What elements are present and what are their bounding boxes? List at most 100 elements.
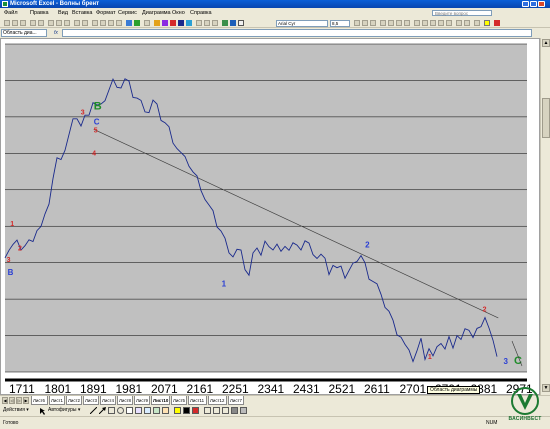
sheet-tab[interactable]: Лист8 (117, 396, 133, 405)
diagram-icon[interactable] (144, 407, 151, 414)
cut-icon[interactable] (48, 20, 54, 26)
scroll-thumb[interactable] (542, 98, 550, 138)
by-column-icon[interactable] (186, 20, 192, 26)
camera-icon[interactable] (238, 20, 244, 26)
name-box[interactable]: Область диа... (1, 29, 47, 37)
menu-edit[interactable]: Правка (30, 8, 49, 18)
arrow-tool-icon[interactable] (98, 407, 106, 415)
save-icon[interactable] (20, 20, 26, 26)
decrease-decimal-icon[interactable] (446, 20, 452, 26)
legend-icon[interactable] (162, 20, 168, 26)
menu-file[interactable]: Файл (4, 8, 18, 18)
currency-icon[interactable] (414, 20, 420, 26)
minimize-button[interactable] (522, 1, 529, 7)
chart-wizard-icon[interactable] (126, 20, 132, 26)
chart-type-icon[interactable] (154, 20, 160, 26)
sheet-tab[interactable]: Лист5 (171, 396, 187, 405)
oval-tool-icon[interactable] (117, 407, 124, 414)
font-size-select[interactable]: 8,5 (330, 20, 350, 27)
menu-chart[interactable]: Диаграмма (142, 8, 171, 18)
3d-icon[interactable] (240, 407, 247, 414)
sheet-tab[interactable]: Лист11 (188, 396, 207, 405)
drawing-icon[interactable] (134, 20, 140, 26)
sheet-tab[interactable]: Лист4 (100, 396, 116, 405)
help-icon[interactable] (212, 20, 218, 26)
align-right-icon[interactable] (396, 20, 402, 26)
sheet-tab[interactable]: Лист9 (134, 396, 150, 405)
fill-color-draw-icon[interactable] (174, 407, 181, 414)
increase-indent-icon[interactable] (464, 20, 470, 26)
vertical-scrollbar[interactable]: ▲ ▼ (540, 38, 550, 395)
sheet-tab[interactable]: Лист3 (83, 396, 99, 405)
scroll-up-icon[interactable]: ▲ (542, 39, 550, 47)
new-icon[interactable] (4, 20, 10, 26)
menu-tools[interactable]: Сервис (118, 8, 137, 18)
merge-icon[interactable] (404, 20, 410, 26)
shadow-icon[interactable] (231, 407, 238, 414)
bold-icon[interactable] (354, 20, 360, 26)
clipart-icon[interactable] (153, 407, 160, 414)
font-color-draw-icon[interactable] (192, 407, 199, 414)
zoom-icon[interactable] (144, 20, 150, 26)
chart-area[interactable]: B3C54123B12123 C 1711 1801 1891 1981 2071 2161… (1, 39, 539, 394)
data-table-icon[interactable] (170, 20, 176, 26)
decrease-indent-icon[interactable] (456, 20, 462, 26)
menu-window[interactable]: Окно (172, 8, 185, 18)
sheet-tab[interactable]: Лист6 (31, 396, 48, 405)
underline-icon[interactable] (370, 20, 376, 26)
font-color-icon[interactable] (494, 20, 500, 26)
wordart-icon[interactable] (135, 407, 142, 414)
redo-icon[interactable] (82, 20, 88, 26)
menu-view[interactable]: Вид (58, 8, 68, 18)
sheet-tab[interactable]: Лист1 (49, 396, 65, 405)
italic-icon[interactable] (362, 20, 368, 26)
borders-icon[interactable] (474, 20, 480, 26)
plot-area[interactable] (5, 44, 527, 372)
chart-sheet[interactable]: B3C54123B12123C 1711 1801 1891 1981 2071 2161… (0, 38, 540, 395)
rectangle-tool-icon[interactable] (108, 407, 115, 414)
sheet-icon[interactable] (222, 20, 228, 26)
tab-last-icon[interactable]: ▶ (23, 397, 29, 404)
angle-up-icon[interactable] (196, 20, 202, 26)
arrow-style-icon[interactable] (222, 407, 229, 414)
tab-next-icon[interactable]: ▷ (16, 397, 22, 404)
align-left-icon[interactable] (380, 20, 386, 26)
formula-input[interactable] (62, 29, 532, 37)
line-tool-icon[interactable] (89, 406, 98, 415)
sum-icon[interactable] (100, 20, 106, 26)
sheet-tab[interactable]: Лист7 (228, 396, 244, 405)
sheet-tab[interactable]: Лист2 (66, 396, 82, 405)
word-icon[interactable] (230, 20, 236, 26)
tab-first-icon[interactable]: ◀ (2, 397, 8, 404)
help-search-input[interactable]: Введите вопрос (432, 10, 492, 16)
actions-menu[interactable]: Действия ▾ (3, 405, 29, 416)
percent-icon[interactable] (422, 20, 428, 26)
font-name-select[interactable]: Arial Cyr (276, 20, 328, 27)
increase-decimal-icon[interactable] (438, 20, 444, 26)
dash-style-icon[interactable] (213, 407, 220, 414)
hyperlink-icon[interactable] (92, 20, 98, 26)
by-row-icon[interactable] (178, 20, 184, 26)
sheet-tab[interactable]: Лист12 (208, 396, 227, 405)
line-style-icon[interactable] (204, 407, 211, 414)
sort-desc-icon[interactable] (116, 20, 122, 26)
autoshapes-menu[interactable]: Автофигуры ▾ (48, 405, 80, 416)
paste-icon[interactable] (64, 20, 70, 26)
line-color-icon[interactable] (183, 407, 190, 414)
open-icon[interactable] (12, 20, 18, 26)
menu-help[interactable]: Справка (190, 8, 212, 18)
angle-down-icon[interactable] (204, 20, 210, 26)
undo-icon[interactable] (74, 20, 80, 26)
sort-asc-icon[interactable] (108, 20, 114, 26)
thousands-icon[interactable] (430, 20, 436, 26)
textbox-tool-icon[interactable] (126, 407, 133, 414)
picture-icon[interactable] (162, 407, 169, 414)
fill-color-icon[interactable] (484, 20, 490, 26)
tab-prev-icon[interactable]: ◁ (9, 397, 15, 404)
select-pointer-icon[interactable] (38, 407, 45, 415)
print-icon[interactable] (30, 20, 36, 26)
copy-icon[interactable] (56, 20, 62, 26)
menu-format[interactable]: Формат (96, 8, 116, 18)
close-button[interactable] (538, 1, 545, 7)
preview-icon[interactable] (38, 20, 44, 26)
